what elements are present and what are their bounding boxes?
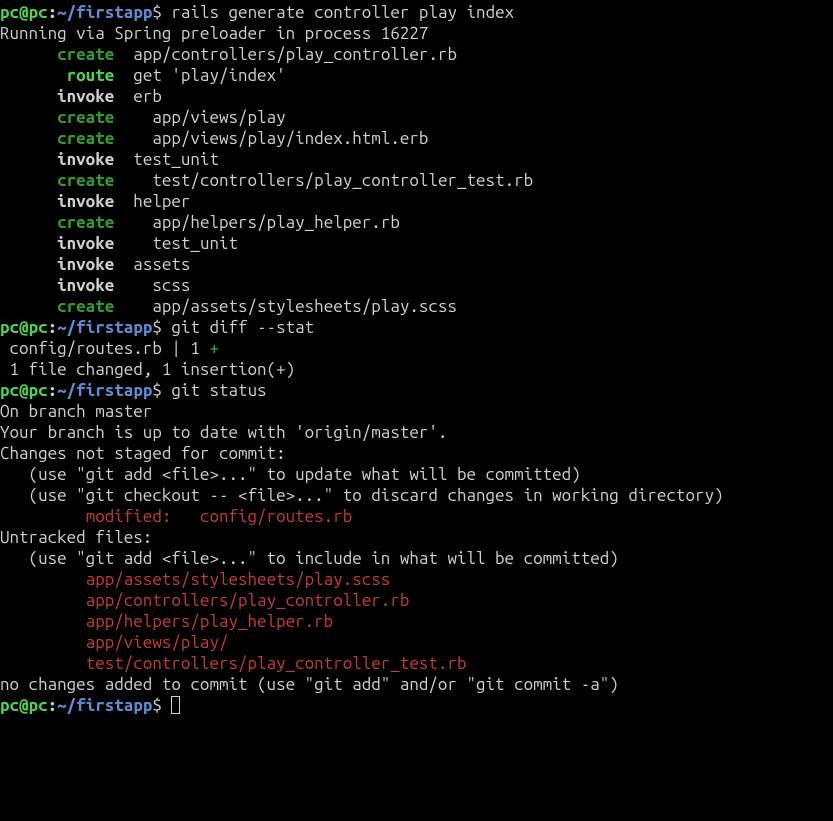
rails-out: create test/controllers/play_controller_… (0, 170, 833, 191)
diff-stat: config/routes.rb | 1 + (0, 338, 833, 359)
rails-out: create app/views/play/index.html.erb (0, 128, 833, 149)
rails-out: invoke test_unit (0, 233, 833, 254)
status-uptodate: Your branch is up to date with 'origin/m… (0, 422, 833, 443)
prompt-user: pc (0, 3, 19, 22)
status-branch: On branch master (0, 401, 833, 422)
command-git-status: git status (171, 381, 266, 400)
rails-out: create app/helpers/play_helper.rb (0, 212, 833, 233)
status-hint: (use "git add <file>..." to update what … (0, 464, 833, 485)
rails-running: Running via Spring preloader in process … (0, 23, 833, 44)
status-untracked: app/views/play/ (0, 632, 833, 653)
rails-out: route get 'play/index' (0, 65, 833, 86)
cursor-icon (171, 696, 180, 714)
prompt-line-3: pc@pc:~/firstapp$ git status (0, 380, 833, 401)
prompt-path: ~/firstapp (57, 3, 152, 22)
terminal[interactable]: pc@pc:~/firstapp$ rails generate control… (0, 2, 833, 716)
diff-summary: 1 file changed, 1 insertion(+) (0, 359, 833, 380)
status-untracked: test/controllers/play_controller_test.rb (0, 653, 833, 674)
status-untracked: app/controllers/play_controller.rb (0, 590, 833, 611)
status-untracked: app/assets/stylesheets/play.scss (0, 569, 833, 590)
rails-out: create app/views/play (0, 107, 833, 128)
rails-out: invoke scss (0, 275, 833, 296)
rails-out: invoke assets (0, 254, 833, 275)
rails-out: invoke erb (0, 86, 833, 107)
status-hint: (use "git add <file>..." to include in w… (0, 548, 833, 569)
status-hint: (use "git checkout -- <file>..." to disc… (0, 485, 833, 506)
rails-out: create app/controllers/play_controller.r… (0, 44, 833, 65)
rails-out: invoke test_unit (0, 149, 833, 170)
rails-out: invoke helper (0, 191, 833, 212)
status-header-untracked: Untracked files: (0, 527, 833, 548)
prompt-line-1: pc@pc:~/firstapp$ rails generate control… (0, 2, 833, 23)
status-modified: modified: config/routes.rb (0, 506, 833, 527)
command-git-diff: git diff --stat (171, 318, 314, 337)
command-rails-generate: rails generate controller play index (171, 3, 514, 22)
status-untracked: app/helpers/play_helper.rb (0, 611, 833, 632)
status-footer: no changes added to commit (use "git add… (0, 674, 833, 695)
prompt-line-4[interactable]: pc@pc:~/firstapp$ (0, 695, 833, 716)
prompt-line-2: pc@pc:~/firstapp$ git diff --stat (0, 317, 833, 338)
status-header-notstaged: Changes not staged for commit: (0, 443, 833, 464)
rails-out: create app/assets/stylesheets/play.scss (0, 296, 833, 317)
